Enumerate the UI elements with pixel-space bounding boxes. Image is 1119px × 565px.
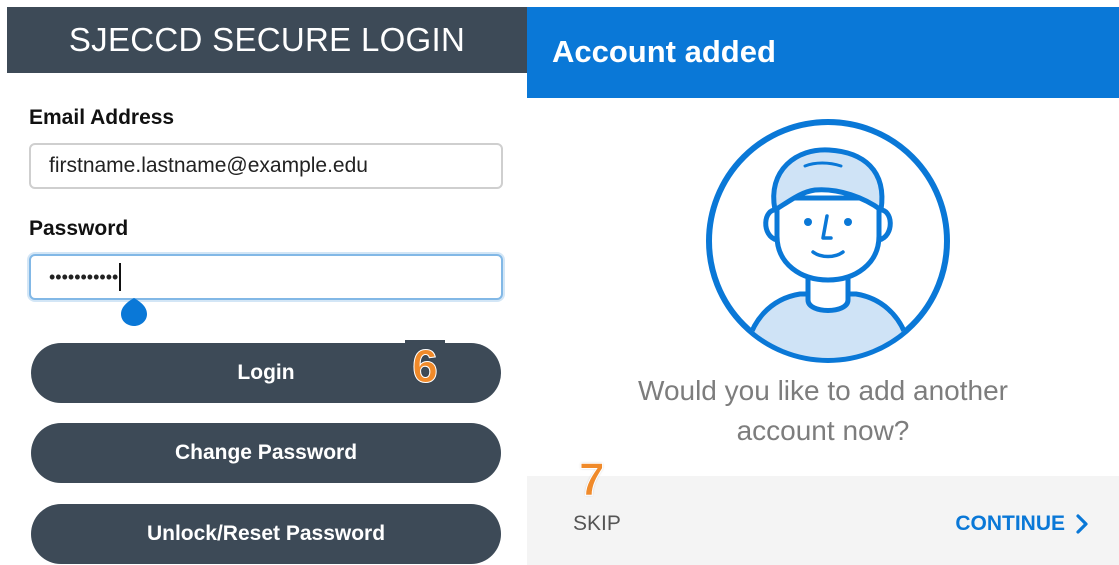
step-badge-6: 6: [405, 340, 445, 393]
email-value: firstname.lastname@example.edu: [49, 154, 368, 177]
chevron-right-icon: [1076, 514, 1088, 534]
prompt-line-1: Would you like to add another: [638, 375, 1008, 406]
prompt-line-2: account now?: [736, 415, 910, 446]
login-header: SJECCD SECURE LOGIN: [7, 7, 527, 73]
account-added-header: Account added: [527, 7, 1119, 98]
password-label: Password: [29, 217, 129, 240]
password-mask: •••••••••••: [49, 267, 119, 287]
continue-label: CONTINUE: [955, 512, 1065, 535]
account-added-screen: Account added Would you like to add anot…: [527, 7, 1119, 565]
login-header-title: SJECCD SECURE LOGIN: [68, 21, 466, 58]
login-screen: SJECCD SECURE LOGIN Email Address firstn…: [7, 7, 527, 565]
add-account-prompt: Would you like to add another account no…: [527, 371, 1119, 451]
change-password-button[interactable]: Change Password: [31, 423, 501, 483]
text-caret: [119, 263, 122, 291]
skip-button[interactable]: SKIP: [573, 512, 621, 536]
email-label: Email Address: [29, 106, 175, 129]
text-cursor-handle-icon[interactable]: [119, 292, 149, 326]
email-field[interactable]: firstname.lastname@example.edu: [29, 143, 503, 189]
continue-button[interactable]: CONTINUE: [955, 512, 1089, 536]
step-badge-7: 7: [579, 453, 606, 506]
screenshot-root: SJECCD SECURE LOGIN Email Address firstn…: [0, 0, 1119, 565]
password-field[interactable]: •••••••••••: [29, 254, 503, 300]
unlock-reset-password-button[interactable]: Unlock/Reset Password: [31, 504, 501, 564]
account-added-title: Account added: [552, 34, 776, 69]
footer-action-bar: SKIP CONTINUE: [527, 476, 1119, 565]
user-avatar-icon: [706, 119, 950, 363]
